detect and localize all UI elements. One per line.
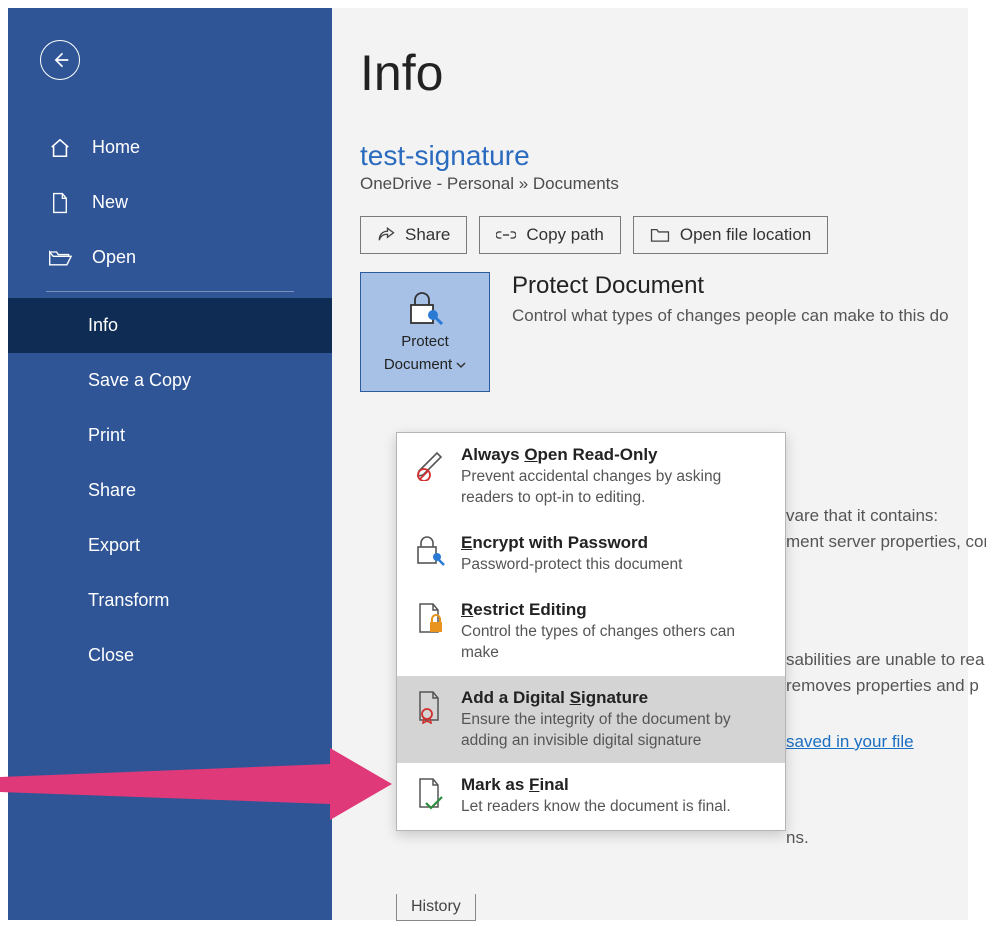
protect-document-button[interactable]: Protect Document [360, 272, 490, 392]
nav-home[interactable]: Home [8, 120, 332, 175]
action-row: Share Copy path Open file location [360, 216, 968, 254]
doc-lock-icon [413, 600, 447, 636]
nav-label: Info [88, 315, 118, 336]
nav-export[interactable]: Export [8, 518, 332, 573]
document-title: test-signature [360, 140, 968, 172]
protect-section: Protect Document Protect Document Contro… [360, 272, 968, 392]
nav-label: New [92, 192, 128, 213]
bg-text: sabilities are unable to rea [786, 650, 984, 670]
nav-label: Open [92, 247, 136, 268]
nav-list: Home New Open Info Save a Copy [8, 98, 332, 683]
doc-ribbon-icon [413, 688, 447, 724]
menu-item-title: Encrypt with Password [461, 533, 682, 553]
doc-check-icon [413, 775, 447, 811]
button-label: Open file location [680, 225, 811, 245]
folder-icon [650, 227, 670, 243]
button-label-line1: Protect [401, 333, 449, 350]
menu-item-desc: Control the types of changes others can … [461, 622, 769, 664]
bg-link[interactable]: saved in your file [786, 732, 914, 752]
share-icon [377, 226, 395, 244]
menu-item-restrict[interactable]: Restrict Editing Control the types of ch… [397, 588, 785, 676]
link-icon [496, 226, 516, 244]
nav-separator [46, 291, 294, 292]
menu-item-title: Restrict Editing [461, 600, 769, 620]
protect-info: Protect Document Control what types of c… [512, 272, 949, 326]
nav-close[interactable]: Close [8, 628, 332, 683]
nav-label: Save a Copy [88, 370, 191, 391]
menu-item-mark-final[interactable]: Mark as Final Let readers know the docum… [397, 763, 785, 830]
share-button[interactable]: Share [360, 216, 467, 254]
nav-new[interactable]: New [8, 175, 332, 230]
menu-item-desc: Ensure the integrity of the document by … [461, 710, 769, 752]
menu-item-desc: Prevent accidental changes by asking rea… [461, 467, 769, 509]
button-label-line2: Document [384, 356, 452, 373]
app-window: Home New Open Info Save a Copy [8, 8, 968, 920]
open-location-button[interactable]: Open file location [633, 216, 828, 254]
protect-document-menu: Always Open Read-Only Prevent accidental… [396, 432, 786, 831]
bg-text: ns. [786, 828, 809, 848]
nav-label: Home [92, 137, 140, 158]
new-doc-icon [46, 192, 74, 214]
menu-item-digital-signature[interactable]: Add a Digital Signature Ensure the integ… [397, 676, 785, 764]
section-description: Control what types of changes people can… [512, 306, 949, 326]
menu-item-title: Mark as Final [461, 775, 731, 795]
nav-label: Share [88, 480, 136, 501]
lock-key-icon [413, 533, 447, 567]
nav-open[interactable]: Open [8, 230, 332, 285]
pencil-prohibit-icon [413, 445, 447, 481]
button-label: Share [405, 225, 450, 245]
bg-text: vare that it contains: [786, 506, 938, 526]
nav-share[interactable]: Share [8, 463, 332, 518]
bg-text: removes properties and p [786, 676, 979, 696]
menu-item-desc: Let readers know the document is final. [461, 797, 731, 818]
nav-label: Close [88, 645, 134, 666]
nav-save-copy[interactable]: Save a Copy [8, 353, 332, 408]
menu-item-title: Add a Digital Signature [461, 688, 769, 708]
lock-key-icon [405, 291, 445, 327]
menu-item-desc: Password-protect this document [461, 555, 682, 576]
menu-item-encrypt[interactable]: Encrypt with Password Password-protect t… [397, 521, 785, 588]
menu-item-title: Always Open Read-Only [461, 445, 769, 465]
section-heading: Protect Document [512, 272, 949, 300]
menu-item-read-only[interactable]: Always Open Read-Only Prevent accidental… [397, 433, 785, 521]
back-arrow-icon [50, 50, 70, 70]
nav-transform[interactable]: Transform [8, 573, 332, 628]
nav-label: Transform [88, 590, 169, 611]
document-path: OneDrive - Personal » Documents [360, 174, 968, 194]
button-label: Copy path [526, 225, 604, 245]
chevron-down-icon [456, 361, 466, 369]
bg-text: ment server properties, cor [786, 532, 986, 552]
page-title: Info [360, 44, 968, 102]
nav-print[interactable]: Print [8, 408, 332, 463]
home-icon [46, 137, 74, 159]
back-button[interactable] [40, 40, 80, 80]
history-label-partial: History [396, 894, 476, 921]
nav-label: Print [88, 425, 125, 446]
folder-open-icon [46, 248, 74, 268]
backstage-sidebar: Home New Open Info Save a Copy [8, 8, 332, 920]
nav-info[interactable]: Info [8, 298, 332, 353]
nav-label: Export [88, 535, 140, 556]
copy-path-button[interactable]: Copy path [479, 216, 621, 254]
